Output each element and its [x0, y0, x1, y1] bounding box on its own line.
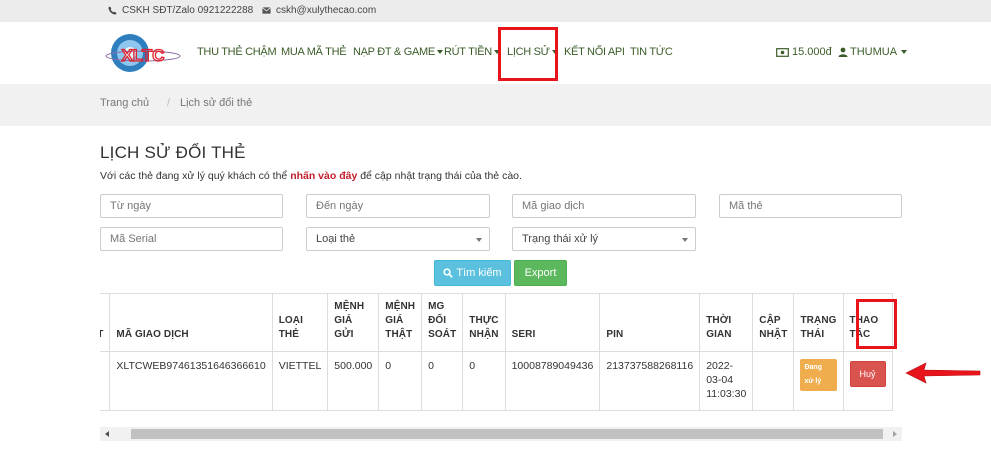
cell-rate: 0 — [421, 351, 464, 411]
cell-real: 0 — [378, 351, 423, 411]
cell-type: VIETTEL — [271, 351, 329, 411]
export-button-label: Export — [524, 267, 557, 279]
col-real: MỆNH GIÁ THẬT — [378, 293, 423, 352]
cell-action: Huỷ — [842, 351, 893, 411]
cell-pin: 213737588268116 — [599, 351, 701, 411]
phone-text: CSKH SĐT/Zalo 0921222288 — [122, 5, 254, 16]
highlight-box-lich-su — [498, 27, 558, 81]
from-date-input[interactable] — [100, 194, 283, 218]
card-type-value: Loại thẻ — [316, 233, 356, 245]
card-type-select[interactable]: Loại thẻ — [306, 227, 490, 251]
envelope-icon — [262, 7, 271, 14]
to-date-input[interactable] — [306, 194, 490, 218]
red-arrow-icon — [905, 362, 981, 384]
transaction-code-input[interactable] — [512, 194, 696, 218]
cell-serial: 10008789049436 — [504, 351, 601, 411]
update-status-link[interactable]: nhấn vào đây — [290, 170, 357, 182]
col-tt: TT — [100, 293, 111, 352]
col-time: THỜI GIAN — [699, 293, 754, 352]
nav-mua-ma-the[interactable]: MUA MÃ THẺ — [281, 46, 347, 58]
col-type: LOẠI THẺ — [271, 293, 329, 352]
highlight-box-action-header — [856, 299, 897, 349]
search-button[interactable]: Tìm kiếm — [434, 260, 511, 286]
user-menu[interactable]: THUMUA — [838, 46, 908, 58]
scroll-right-icon[interactable] — [893, 431, 897, 437]
history-table: TT MÃ GIAO DỊCH LOẠITHẺ MỆNHGIÁ GỬI MỆNH… — [100, 293, 893, 411]
nav-ket-noi-api[interactable]: KẾT NỐI API — [564, 46, 625, 58]
nav-nap-dt-game[interactable]: NẠP ĐT & GAME — [353, 46, 443, 58]
scrollbar-thumb[interactable] — [131, 429, 883, 439]
money-icon — [776, 47, 789, 57]
horizontal-scrollbar[interactable] — [100, 427, 902, 441]
top-contact-bar: CSKH SĐT/Zalo 0921222288 cskh@xulythecao… — [0, 0, 991, 22]
email-text: cskh@xulythecao.com — [276, 5, 377, 16]
search-button-label: Tìm kiếm — [456, 267, 502, 279]
col-rate: MG ĐỐI SOÁT — [421, 293, 464, 352]
cell-sent: 500.000 — [327, 351, 380, 411]
cell-time: 2022- 03-04 11:03:30 — [699, 351, 754, 411]
cancel-button[interactable]: Huỷ — [849, 361, 886, 387]
breadcrumb: Trang chủ / Lịch sử đổi thẻ — [0, 84, 991, 126]
history-table-container: TT MÃ GIAO DỊCH LOẠITHẺ MỆNHGIÁ GỬI MỆNH… — [100, 293, 902, 413]
col-updated: CẬP NHẬT — [752, 293, 795, 352]
card-code-input[interactable] — [719, 194, 902, 218]
chevron-down-icon — [476, 238, 482, 242]
serial-input[interactable] — [100, 227, 283, 251]
cell-status: Đang xử lý — [793, 351, 844, 411]
balance-amount: 15.000đ — [792, 46, 832, 58]
nav-thu-the-cham[interactable]: THU THẺ CHẬM — [197, 46, 277, 58]
breadcrumb-home[interactable]: Trang chủ — [100, 97, 149, 109]
cell-tt — [100, 351, 111, 411]
breadcrumb-current: Lịch sử đổi thẻ — [180, 97, 253, 109]
status-badge: Đang xử lý — [800, 359, 837, 391]
email-contact: cskh@xulythecao.com — [262, 5, 376, 16]
scroll-left-icon[interactable] — [105, 431, 109, 437]
cell-code: XLTCWEB97461351646366610 — [109, 351, 273, 411]
user-icon — [838, 47, 848, 57]
cell-updated — [752, 351, 795, 411]
col-serial: SERI — [504, 293, 601, 352]
status-select[interactable]: Trạng thái xử lý — [512, 227, 696, 251]
phone-icon — [108, 6, 117, 15]
col-sent: MỆNH GIÁ GỬI — [327, 293, 380, 352]
chevron-down-icon — [901, 50, 908, 54]
balance-display[interactable]: 15.000đ — [776, 46, 832, 58]
page-title: LỊCH SỬ ĐỔI THẺ — [100, 143, 246, 162]
main-navbar: XLTC THU THẺ CHẬM MUA MÃ THẺ NẠP ĐT & GA… — [0, 22, 991, 84]
phone-contact: CSKH SĐT/Zalo 0921222288 — [108, 5, 253, 16]
chevron-down-icon — [436, 50, 443, 54]
nav-rut-tien[interactable]: RÚT TIỀN — [444, 46, 500, 58]
intro-text: Với các thẻ đang xử lý quý khách có thể … — [100, 170, 522, 182]
cell-received: 0 — [462, 351, 506, 411]
col-received: THỰC NHẬN — [462, 293, 506, 352]
table-row: XLTCWEB97461351646366610 VIETTEL 500.000… — [100, 351, 893, 411]
site-logo[interactable]: XLTC — [104, 31, 182, 75]
table-header-row: TT MÃ GIAO DỊCH LOẠITHẺ MỆNHGIÁ GỬI MỆNH… — [100, 293, 893, 352]
export-button[interactable]: Export — [514, 260, 567, 286]
col-status: TRẠNG THÁI — [793, 293, 844, 352]
logo-emblem: XLTC — [105, 34, 181, 72]
search-icon — [443, 268, 454, 278]
status-value: Trạng thái xử lý — [522, 233, 599, 245]
col-pin: PIN — [599, 293, 701, 352]
col-code: MÃ GIAO DỊCH — [109, 293, 273, 352]
logo-text: XLTC — [121, 46, 164, 65]
chevron-down-icon — [682, 238, 688, 242]
user-name: THUMUA — [850, 46, 898, 58]
nav-tin-tuc[interactable]: TIN TỨC — [630, 46, 673, 58]
breadcrumb-separator: / — [167, 97, 171, 109]
